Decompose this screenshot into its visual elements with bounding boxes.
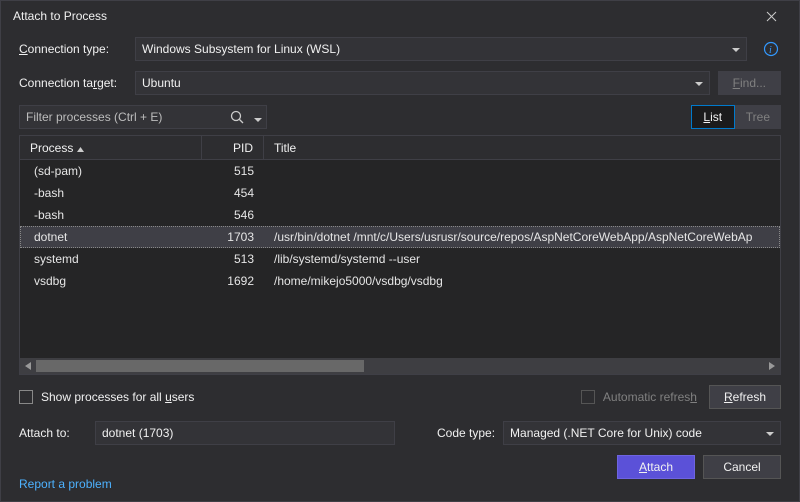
connection-type-value: Windows Subsystem for Linux (WSL) [142,42,340,56]
cell-pid: 513 [202,252,264,266]
horizontal-scrollbar[interactable] [20,358,780,374]
close-icon [766,11,777,22]
info-icon[interactable]: i [761,39,781,59]
code-type-value: Managed (.NET Core for Unix) code [510,426,702,440]
connection-target-dropdown[interactable]: Ubuntu [135,71,710,95]
cell-title: /lib/systemd/systemd --user [264,252,780,266]
cell-pid: 1703 [202,230,264,244]
footer-buttons: Attach Cancel [617,455,781,479]
auto-refresh-label: Automatic refresh [603,390,697,404]
table-row[interactable]: -bash546 [20,204,780,226]
attach-to-field[interactable]: dotnet (1703) [95,421,395,445]
show-all-users-checkbox[interactable] [19,390,33,404]
code-type-dropdown[interactable]: Managed (.NET Core for Unix) code [503,421,781,445]
options-row: Show processes for all users Automatic r… [19,385,781,409]
cell-pid: 454 [202,186,264,200]
auto-refresh-checkbox [581,390,595,404]
attach-to-row: Attach to: dotnet (1703) Code type: Mana… [19,421,781,445]
show-all-users-group[interactable]: Show processes for all users [19,390,194,404]
cell-pid: 515 [202,164,264,178]
cell-title: /home/mikejo5000/vsdbg/vsdbg [264,274,780,288]
cell-process: -bash [20,186,202,200]
svg-text:i: i [769,45,772,56]
grid-header: Process PID Title [20,136,780,160]
cell-pid: 546 [202,208,264,222]
cell-process: systemd [20,252,202,266]
connection-target-row: Connection target: Ubuntu Find... [19,71,781,95]
scroll-right-icon[interactable] [764,358,780,374]
scroll-left-icon[interactable] [20,358,36,374]
filter-placeholder: Filter processes (Ctrl + E) [26,110,162,124]
chevron-down-icon [766,426,774,440]
table-row[interactable]: vsdbg1692/home/mikejo5000/vsdbg/vsdbg [20,270,780,292]
sort-asc-icon [77,141,84,155]
refresh-button[interactable]: Refresh [709,385,781,409]
close-button[interactable] [751,3,791,29]
attach-button[interactable]: Attach [617,455,695,479]
filter-row: Filter processes (Ctrl + E) List Tree [19,105,781,129]
attach-to-value: dotnet (1703) [102,426,173,440]
attach-to-label: Attach to: [19,426,87,440]
table-row[interactable]: systemd513/lib/systemd/systemd --user [20,248,780,270]
process-grid: Process PID Title (sd-pam)515-bash454-ba… [19,135,781,375]
filter-input[interactable]: Filter processes (Ctrl + E) [19,105,267,129]
column-header-process[interactable]: Process [20,136,202,159]
attach-to-process-dialog: Attach to Process Connection type: Windo… [0,0,800,502]
titlebar: Attach to Process [1,1,799,31]
show-all-users-label: Show processes for all users [41,390,194,404]
cell-process: vsdbg [20,274,202,288]
view-toggle: List Tree [691,105,781,129]
search-icon [230,110,244,127]
cell-pid: 1692 [202,274,264,288]
column-header-title[interactable]: Title [264,136,780,159]
dialog-title: Attach to Process [13,9,107,23]
chevron-down-icon [695,76,703,90]
tree-view-button: Tree [735,105,781,129]
auto-refresh-group: Automatic refresh [581,390,697,404]
chevron-down-icon [732,42,740,56]
cell-title: /usr/bin/dotnet /mnt/c/Users/usrusr/sour… [264,230,780,244]
cell-process: (sd-pam) [20,164,202,178]
find-button: Find... [718,71,781,95]
connection-type-row: Connection type: Windows Subsystem for L… [19,37,781,61]
dialog-content: Connection type: Windows Subsystem for L… [1,31,799,501]
connection-target-label: Connection target: [19,76,127,90]
connection-type-label: Connection type: [19,42,127,56]
table-row[interactable]: -bash454 [20,182,780,204]
cell-process: dotnet [20,230,202,244]
connection-target-value: Ubuntu [142,76,181,90]
connection-type-dropdown[interactable]: Windows Subsystem for Linux (WSL) [135,37,747,61]
chevron-down-icon[interactable] [254,112,262,126]
column-header-pid[interactable]: PID [202,136,264,159]
scroll-thumb[interactable] [36,360,364,372]
report-problem-link[interactable]: Report a problem [19,477,112,491]
code-type-label: Code type: [437,426,495,440]
scroll-track[interactable] [36,358,764,374]
table-row[interactable]: dotnet1703/usr/bin/dotnet /mnt/c/Users/u… [20,226,780,248]
table-row[interactable]: (sd-pam)515 [20,160,780,182]
grid-body[interactable]: (sd-pam)515-bash454-bash546dotnet1703/us… [20,160,780,358]
cancel-button[interactable]: Cancel [703,455,781,479]
list-view-button[interactable]: List [691,105,735,129]
cell-process: -bash [20,208,202,222]
bottom-row: Report a problem Attach Cancel [19,463,781,491]
